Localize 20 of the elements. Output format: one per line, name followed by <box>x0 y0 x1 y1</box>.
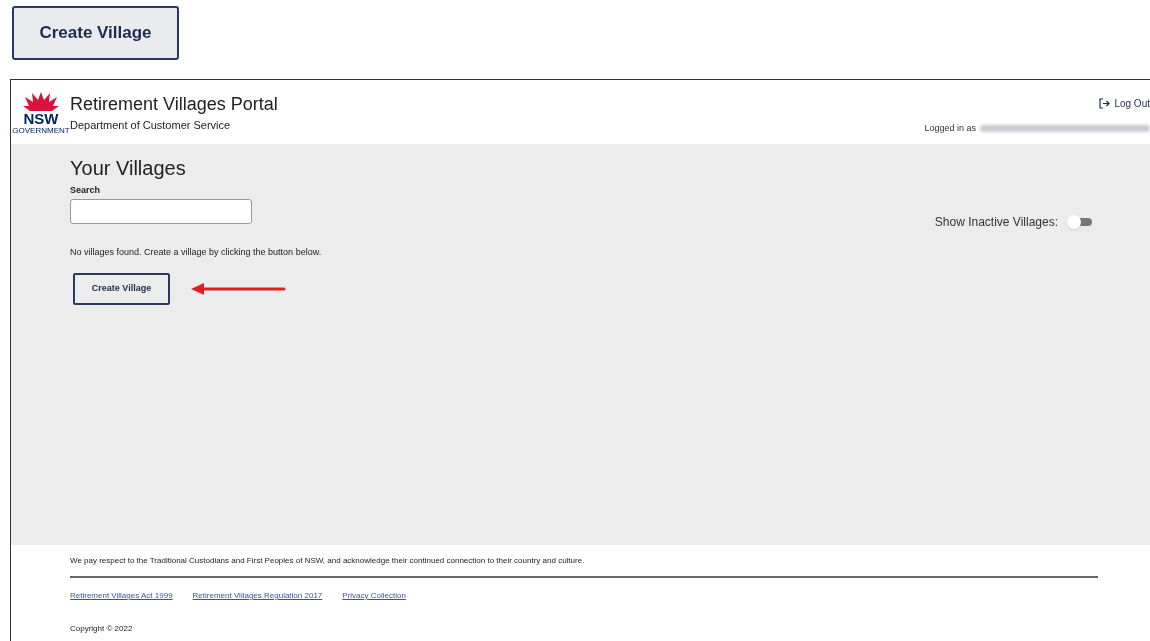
search-field[interactable] <box>70 198 252 224</box>
search-label: Search <box>70 184 102 197</box>
footer-link[interactable]: Privacy Collection <box>342 590 406 602</box>
page-heading: Your Villages <box>70 156 187 180</box>
logo-subtext: GOVERNMENT <box>12 126 70 135</box>
department-name: Department of Customer Service <box>70 118 232 131</box>
footer-link[interactable]: Retirement Villages Act 1999 <box>70 590 173 602</box>
inactive-villages-label: Show Inactive Villages: <box>934 214 1058 231</box>
waratah-icon <box>22 90 60 112</box>
logo-text: NSW <box>23 112 59 126</box>
acknowledgement-text: We pay respect to the Traditional Custodians and First Peoples of NSW, and acknowledge their continued connection to their country and culture. <box>70 555 586 567</box>
empty-message: No villages found. Create a village by clicking the button below. <box>70 245 323 259</box>
footer-link[interactable]: Retirement Villages Regulation 2017 <box>192 590 323 602</box>
logged-in-label: Logged in as <box>924 122 976 135</box>
portal-title: Retirement Villages Portal <box>70 93 278 115</box>
copyright-text: Copyright © 2022 <box>70 623 134 635</box>
create-village-button[interactable]: Create Village <box>12 6 179 60</box>
logout-icon <box>1099 98 1111 109</box>
create-village-button[interactable]: Create Village <box>73 273 170 305</box>
log-out-link[interactable]: Log Out <box>1099 96 1150 111</box>
